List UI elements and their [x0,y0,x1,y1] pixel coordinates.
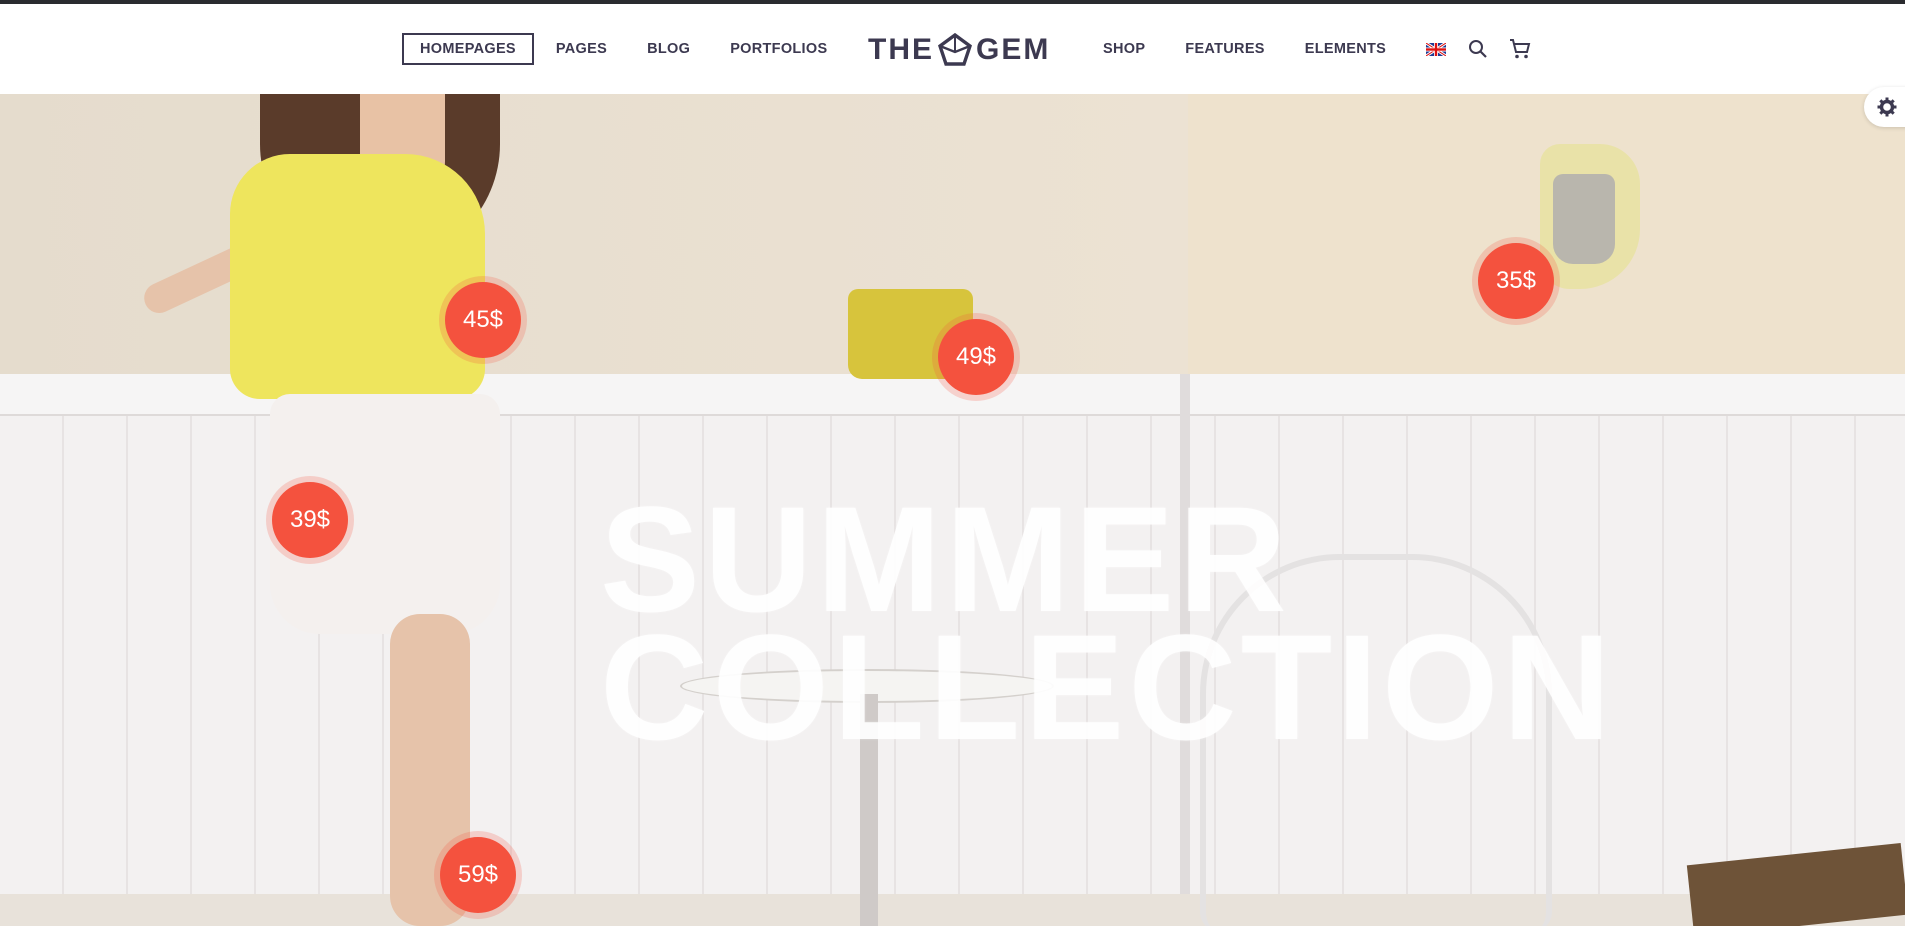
main-nav-left: HOMEPAGES PAGES BLOG PORTFOLIOS [402,4,849,94]
price-tag-bag[interactable]: 49$ [938,319,1014,395]
hero-wall [0,94,1188,374]
price-tag-skirt[interactable]: 39$ [272,482,348,558]
hero-title-line-2: COLLECTION [600,603,1615,771]
hanging-bag-panel [1553,174,1615,264]
logo-text-left: THE [868,33,934,66]
uk-flag-icon[interactable] [1422,35,1450,63]
logo-text-right: GEM [976,33,1051,66]
search-icon[interactable] [1464,35,1492,63]
nav-portfolios[interactable]: PORTFOLIOS [712,33,845,65]
hero-floor [0,894,1905,926]
nav-blog[interactable]: BLOG [629,33,708,65]
nav-features[interactable]: FEATURES [1167,33,1282,65]
site-header: HOMEPAGES PAGES BLOG PORTFOLIOS THE GEM … [0,4,1905,94]
settings-button[interactable] [1864,87,1905,127]
cart-icon[interactable] [1506,35,1534,63]
price-tag-top[interactable]: 45$ [445,282,521,358]
price-tag-shoes[interactable]: 59$ [440,837,516,913]
gem-icon [938,33,972,66]
hero-banner: SUMMER COLLECTION 45$ 49$ 35$ 39$ 59$ [0,94,1905,926]
price-tag-hanging-bag[interactable]: 35$ [1478,243,1554,319]
nav-elements[interactable]: ELEMENTS [1287,33,1404,65]
nav-pages[interactable]: PAGES [538,33,625,65]
main-nav-right: SHOP FEATURES ELEMENTS [1085,4,1534,94]
site-logo[interactable]: THE GEM [868,28,1050,72]
gear-icon [1877,97,1896,117]
nav-homepages[interactable]: HOMEPAGES [402,33,534,65]
nav-shop[interactable]: SHOP [1085,33,1163,65]
model-yellow-top [230,154,485,399]
